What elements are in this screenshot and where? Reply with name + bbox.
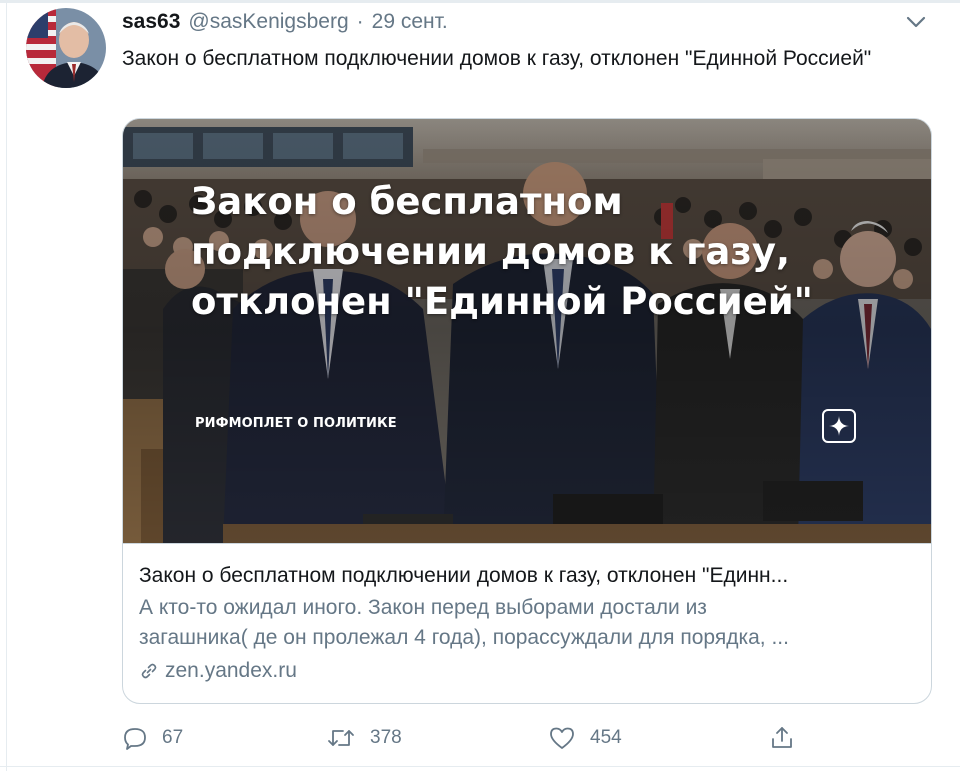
card-image[interactable]: Закон о бесплатном подключении домов к г… <box>123 119 931 543</box>
share-icon <box>772 727 792 748</box>
card-domain-text: zen.yandex.ru <box>165 659 297 682</box>
tweet-text: Закон о бесплатном подключении домов к г… <box>122 47 872 70</box>
card-domain: zen.yandex.ru <box>139 657 297 685</box>
avatar[interactable] <box>26 8 106 88</box>
card-image-headline: Закон о бесплатном подключении домов к г… <box>191 177 871 327</box>
retweet-count: 378 <box>370 727 402 748</box>
like-button[interactable]: 454 <box>548 718 622 758</box>
reply-button[interactable]: 67 <box>122 718 183 758</box>
like-count: 454 <box>590 727 622 748</box>
header-separator: · <box>356 10 364 33</box>
avatar-image <box>26 8 106 88</box>
description-line: А кто-то ожидал иного. Закон перед выбор… <box>139 596 707 619</box>
share-button[interactable] <box>768 718 810 758</box>
card-title: Закон о бесплатном подключении домов к г… <box>139 564 789 587</box>
tweet-actions: 67 378 454 <box>122 718 932 758</box>
retweet-button[interactable]: 378 <box>326 718 402 758</box>
reply-icon <box>124 728 146 750</box>
author-name[interactable]: sas63 <box>122 10 180 34</box>
reply-count: 67 <box>162 727 184 748</box>
headline-line: отклонен "Единной Россией" <box>191 280 813 323</box>
headline-line: Закон о бесплатном <box>191 180 623 223</box>
card-divider <box>123 543 931 544</box>
bottom-divider <box>0 766 960 767</box>
link-card[interactable]: Закон о бесплатном подключении домов к г… <box>122 118 932 704</box>
headline-line: подключении домов к газу, <box>191 230 791 273</box>
card-image-source: РИФМОПЛЕТ О ПОЛИТИКЕ <box>195 416 397 431</box>
description-line: загашника( де он пролежал 4 года), порас… <box>139 626 789 649</box>
card-description: А кто-то ожидал иного. Закон перед выбор… <box>139 593 919 653</box>
author-handle[interactable]: @sasKenigsberg <box>188 10 348 34</box>
tweet-header: sas63 @sasKenigsberg · 29 сент. <box>122 10 448 40</box>
link-icon <box>141 663 157 679</box>
heart-icon <box>550 727 574 749</box>
zen-logo-icon <box>822 409 856 443</box>
tweet-date[interactable]: 29 сент. <box>372 10 448 34</box>
retweet-icon <box>328 730 354 746</box>
tweet: sas63 @sasKenigsberg · 29 сент. Закон о … <box>0 0 960 771</box>
chevron-down-icon[interactable] <box>902 12 930 34</box>
